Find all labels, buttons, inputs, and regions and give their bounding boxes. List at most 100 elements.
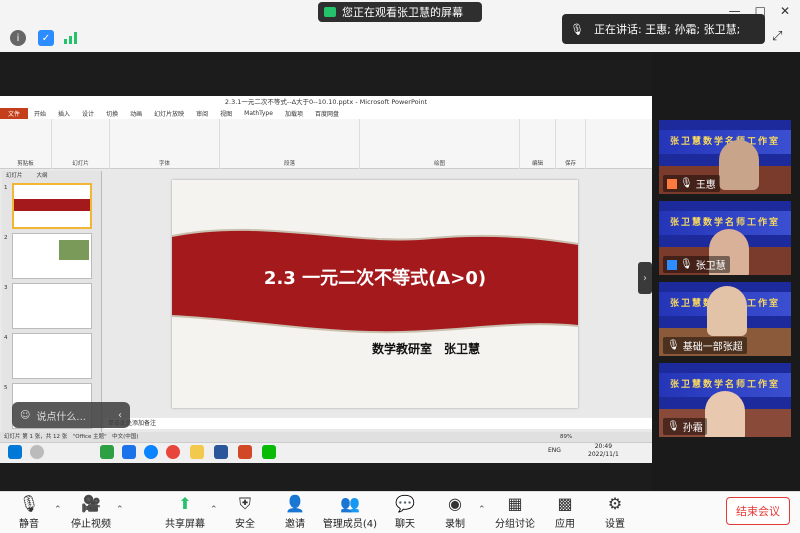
notes-pane[interactable]: 单击此处添加备注 [104, 418, 652, 429]
participant-name: 🎙 王惠 [663, 175, 720, 192]
folder-icon[interactable] [190, 445, 204, 459]
tab-transitions[interactable]: 切换 [100, 109, 124, 118]
ribbon-group-drawing[interactable]: 绘图 [360, 119, 520, 169]
wechat-icon[interactable] [262, 445, 276, 459]
ribbon-tabs: 文件 开始 插入 设计 切换 动画 幻灯片放映 审阅 视图 MathType 加… [0, 108, 652, 119]
ribbon-group-save[interactable]: 保存 [556, 119, 586, 169]
breakout-icon: ▦ [507, 494, 523, 513]
powerpoint-window: 2.3.1一元二次不等式--Δ大于0--10.10.pptx - Microso… [0, 96, 652, 442]
say-something-box[interactable]: ☺ 说点什么... ‹ [12, 402, 130, 428]
tab-addins[interactable]: 加载项 [279, 109, 309, 118]
participant-video [707, 286, 747, 336]
users-icon: 👥 [340, 494, 360, 513]
tab-file[interactable]: 文件 [0, 108, 29, 119]
chevron-up-icon[interactable]: ⌃ [116, 505, 124, 515]
close-button[interactable]: ✕ [780, 4, 790, 18]
signal-icon[interactable] [64, 32, 78, 44]
slide-thumbnail[interactable] [12, 233, 92, 279]
share-banner-label: 您正在观看张卫慧的屏幕 [342, 6, 463, 19]
tab-animations[interactable]: 动画 [124, 109, 148, 118]
ribbon-group-slides[interactable]: 幻灯片 [52, 119, 110, 169]
chevron-up-icon[interactable]: ⌃ [478, 505, 486, 515]
word-icon[interactable] [214, 445, 228, 459]
smiley-icon: ☺ [20, 409, 31, 421]
share-screen-button[interactable]: ⬆ 共享屏幕 [156, 493, 214, 531]
slide-thumbnail[interactable] [12, 333, 92, 379]
camera-icon: 🎥 [81, 494, 101, 513]
speaking-indicator: 🎙 正在讲话: 王惠; 孙霜; 张卫慧; [562, 14, 765, 44]
tab-home[interactable]: 开始 [28, 109, 52, 118]
slide-thumbnail-panel: 幻灯片 大纲 1 2 3 4 5 [2, 171, 102, 433]
windows-start-icon[interactable] [8, 445, 22, 459]
status-text: 幻灯片 第 1 张，共 12 张 "Office 主题" 中文(中国) [4, 434, 139, 440]
ribbon-group-editing[interactable]: 编辑 [520, 119, 556, 169]
zoom-level[interactable]: 89% [560, 432, 572, 442]
participants-button[interactable]: 👥 管理成员(4) [316, 493, 384, 531]
gear-icon: ⚙ [607, 494, 623, 513]
participant-name: 🎙 张卫慧 [663, 256, 730, 273]
apps-icon: ▩ [557, 494, 573, 513]
slide-thumbnail[interactable] [12, 183, 92, 229]
slide-thumbnail[interactable] [12, 283, 92, 329]
info-icon[interactable]: i [10, 30, 26, 46]
stop-video-button[interactable]: 🎥 停止视频 [62, 493, 120, 531]
mic-icon: 🎙 [680, 178, 693, 189]
mic-icon: 🎙 [680, 259, 693, 270]
tab-mathtype[interactable]: MathType [238, 110, 279, 117]
video-tile[interactable]: 张卫慧数学名师工作室 🎙 王惠 [659, 120, 791, 194]
video-tile[interactable]: 张卫慧数学名师工作室 🎙 孙霜 [659, 363, 791, 437]
settings-button[interactable]: ⚙ 设置 [586, 493, 644, 531]
video-tile[interactable]: 张卫慧数学名师工作室 🎙 基础一部张超 [659, 282, 791, 356]
thumb-number: 3 [4, 285, 8, 291]
participant-name: 🎙 孙霜 [663, 418, 707, 435]
chevron-up-icon[interactable]: ⌃ [54, 505, 62, 515]
clock-time: 20:49 [594, 443, 613, 450]
taskbar-clock: 20:49 2022/11/1 [588, 443, 619, 459]
current-slide[interactable]: 2.3 一元二次不等式(Δ>0) 数学教研室 张卫慧 [172, 180, 578, 408]
search-icon[interactable] [30, 445, 44, 459]
shield-icon: ⛨ [238, 494, 251, 513]
chat-icon: 💬 [395, 494, 415, 513]
avatar-icon [667, 178, 677, 189]
mic-icon: 🎙 [667, 421, 680, 432]
say-placeholder: 说点什么... [36, 411, 86, 423]
video-tile[interactable]: 张卫慧数学名师工作室 🎙 张卫慧 [659, 201, 791, 275]
tab-slides[interactable]: 幻灯片 [6, 171, 23, 179]
end-meeting-button[interactable]: 结束会议 [726, 497, 790, 525]
share-screen-icon: ⬆ [178, 494, 192, 513]
powerpoint-icon[interactable] [238, 445, 252, 459]
tab-insert[interactable]: 插入 [52, 109, 76, 118]
tab-slideshow[interactable]: 幻灯片放映 [148, 109, 190, 118]
tab-outline[interactable]: 大纲 [37, 171, 48, 179]
participant-video [719, 140, 759, 190]
language-indicator[interactable]: ENG [548, 447, 561, 454]
tab-baidu[interactable]: 百度网盘 [309, 109, 345, 118]
app-icon[interactable] [122, 445, 136, 459]
chrome-icon[interactable] [166, 445, 180, 459]
thumb-number: 2 [4, 235, 8, 241]
ribbon-group-font[interactable]: 字体 [110, 119, 220, 169]
thumb-number: 1 [4, 185, 8, 191]
tab-design[interactable]: 设计 [76, 109, 100, 118]
app-icon[interactable] [100, 445, 114, 459]
add-user-icon: 👤 [285, 494, 305, 513]
edge-icon[interactable] [144, 445, 158, 459]
share-banner[interactable]: 您正在观看张卫慧的屏幕 [318, 2, 482, 22]
microphone-icon: 🎙 [18, 494, 40, 513]
participant-name: 🎙 基础一部张超 [663, 337, 747, 354]
panel-tabs: 幻灯片 大纲 [2, 171, 102, 179]
shield-icon[interactable]: ✓ [38, 30, 54, 46]
ribbon: 剪贴板 幻灯片 字体 段落 绘图 编辑 保存 [0, 119, 652, 169]
speaking-text: 正在讲话: 王惠; 孙霜; 张卫慧; [593, 23, 741, 36]
mute-button[interactable]: 🎙 静音 [0, 493, 58, 531]
collapse-gallery-button[interactable]: › [638, 262, 652, 294]
ribbon-group-clipboard[interactable]: 剪贴板 [0, 119, 52, 169]
chevron-left-icon[interactable]: ‹ [118, 410, 122, 421]
slide-author: 数学教研室 张卫慧 [372, 342, 481, 356]
record-button[interactable]: ◉ 录制 [426, 493, 484, 531]
fullscreen-icon[interactable]: ⤢ [772, 29, 792, 45]
tab-review[interactable]: 审阅 [190, 109, 214, 118]
tab-view[interactable]: 视图 [214, 109, 238, 118]
screen-share-icon [324, 7, 336, 17]
ribbon-group-paragraph[interactable]: 段落 [220, 119, 360, 169]
